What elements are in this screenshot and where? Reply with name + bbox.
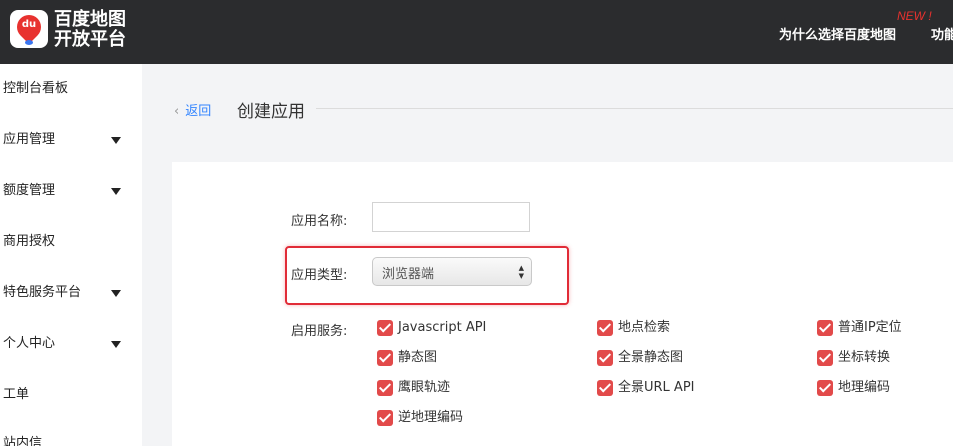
checkbox-checked-icon[interactable]	[597, 350, 613, 366]
service-label: 逆地理编码	[398, 410, 464, 425]
page-title: 创建应用	[237, 102, 305, 122]
nav-features[interactable]: 功能	[931, 24, 953, 43]
checkbox-checked-icon[interactable]	[817, 320, 833, 336]
back-link[interactable]: ‹ 返回	[174, 100, 211, 119]
sidebar-item-personal-center[interactable]: 个人中心	[3, 333, 139, 355]
caret-down-icon	[111, 188, 121, 195]
checkbox-checked-icon[interactable]	[377, 410, 393, 426]
service-label: 地点检索	[618, 320, 671, 335]
highlight-annotation-box	[285, 246, 569, 305]
logo-line-2: 开放平台	[54, 29, 126, 50]
sidebar-item-quota-management[interactable]: 额度管理	[3, 180, 139, 202]
sidebar-item-messages[interactable]: 站内信	[3, 433, 139, 446]
title-divider	[316, 108, 953, 109]
service-label: 全景URL API	[618, 380, 695, 395]
sidebar-item-tickets[interactable]: 工单	[3, 384, 139, 406]
checkbox-checked-icon[interactable]	[817, 380, 833, 396]
nav-why-baidu-map[interactable]: 为什么选择百度地图	[779, 24, 896, 43]
chevron-left-icon: ‹	[174, 104, 180, 119]
back-link-label: 返回	[185, 104, 212, 119]
logo-wordmark[interactable]: 百度地图 开放平台	[54, 10, 126, 50]
checkbox-checked-icon[interactable]	[597, 320, 613, 336]
sidebar-item-label: 应用管理	[3, 132, 56, 147]
baidu-map-logo-icon[interactable]: du	[10, 10, 48, 48]
logo-line-1: 百度地图	[54, 9, 126, 30]
new-badge: NEW !	[897, 9, 932, 23]
service-label: 鹰眼轨迹	[398, 380, 451, 395]
checkbox-checked-icon[interactable]	[597, 380, 613, 396]
caret-down-icon	[111, 341, 121, 348]
top-nav-bar: du 百度地图 开放平台 NEW ! 为什么选择百度地图 功能	[0, 0, 953, 64]
sidebar-item-label: 个人中心	[3, 336, 56, 351]
caret-down-icon	[111, 137, 121, 144]
checkbox-checked-icon[interactable]	[377, 350, 393, 366]
service-label: 坐标转换	[838, 350, 891, 365]
sidebar-item-commercial-license[interactable]: 商用授权	[3, 231, 139, 253]
sidebar-item-label: 站内信	[3, 436, 43, 446]
sidebar-item-label: 额度管理	[3, 183, 56, 198]
service-label: 全景静态图	[618, 350, 684, 365]
sidebar-item-featured-services[interactable]: 特色服务平台	[3, 282, 139, 304]
app-name-label: 应用名称:	[291, 214, 348, 229]
service-label: 地理编码	[838, 380, 891, 395]
sidebar-item-label: 特色服务平台	[3, 285, 82, 300]
service-label: 普通IP定位	[838, 320, 902, 335]
caret-down-icon	[111, 290, 121, 297]
sidebar-item-label: 控制台看板	[3, 81, 69, 96]
checkbox-checked-icon[interactable]	[377, 320, 393, 336]
sidebar-item-label: 商用授权	[3, 234, 56, 249]
app-name-input[interactable]	[372, 202, 530, 232]
checkbox-checked-icon[interactable]	[377, 380, 393, 396]
sidebar-item-app-management[interactable]: 应用管理	[3, 129, 139, 151]
service-label: Javascript API	[398, 320, 487, 335]
logo-badge-text: du	[21, 19, 37, 30]
sidebar-item-dashboard[interactable]: 控制台看板	[3, 78, 139, 100]
pin-shadow-icon	[25, 40, 33, 45]
sidebar-item-label: 工单	[3, 387, 30, 402]
checkbox-checked-icon[interactable]	[817, 350, 833, 366]
service-label: 静态图	[398, 350, 438, 365]
services-label: 启用服务:	[291, 324, 348, 339]
